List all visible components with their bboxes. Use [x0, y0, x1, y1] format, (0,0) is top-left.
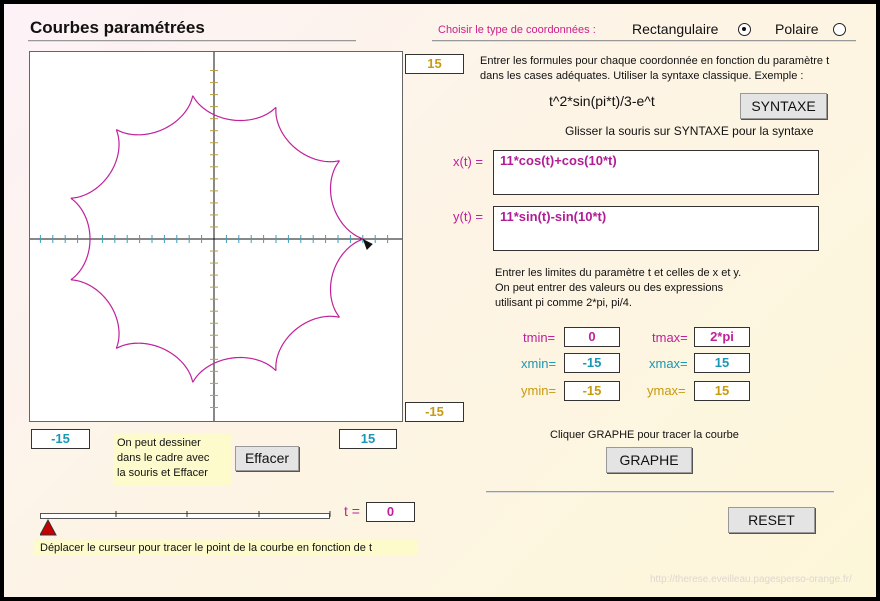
- y-formula-label: y(t) =: [453, 209, 483, 224]
- reset-button[interactable]: RESET: [728, 507, 815, 533]
- ymin-label: ymin=: [521, 383, 557, 398]
- coord-underline: [432, 40, 856, 42]
- limits-info-line1: Entrer les limites du paramètre t et cel…: [495, 267, 742, 279]
- x-formula-input[interactable]: 11*cos(t)+cos(10*t): [493, 150, 819, 195]
- curve-point-marker: [362, 239, 373, 250]
- slider-hint: Déplacer le curseur pour tracer le point…: [34, 540, 418, 556]
- curve-plot[interactable]: [30, 52, 402, 421]
- graph-canvas[interactable]: [29, 51, 403, 422]
- x-formula-label: x(t) =: [453, 154, 483, 169]
- instructions-line1: Entrer les formules pour chaque coordonn…: [480, 55, 830, 67]
- title-underline: [28, 40, 356, 42]
- syntax-hint: Glisser la souris sur SYNTAXE pour la sy…: [565, 124, 814, 138]
- syntax-example: t^2*sin(pi*t)/3-e^t: [549, 93, 655, 109]
- draw-note: On peut dessiner dans le cadre avec la s…: [113, 434, 231, 486]
- graphe-hint: Cliquer GRAPHE pour tracer la courbe: [550, 429, 739, 441]
- xmax-label: xmax=: [649, 356, 688, 371]
- x-max-display: 15: [339, 429, 397, 449]
- y-formula-input[interactable]: 11*sin(t)-sin(10*t): [493, 206, 819, 251]
- y-min-display: -15: [405, 402, 464, 422]
- app-window: Courbes paramétrées Choisir le type de c…: [4, 4, 876, 597]
- coord-type-label: Choisir le type de coordonnées :: [438, 24, 596, 36]
- instructions-line2: dans les cases adéquates. Utiliser la sy…: [480, 70, 804, 82]
- x-min-display: -15: [31, 429, 90, 449]
- t-value-display: 0: [366, 502, 415, 522]
- y-max-display: 15: [405, 54, 464, 74]
- credit-url: http://therese.eveilleau.pagesperso-oran…: [650, 574, 852, 585]
- xmin-input[interactable]: -15: [564, 353, 620, 373]
- tmin-input[interactable]: 0: [564, 327, 620, 347]
- clear-button[interactable]: Effacer: [235, 446, 299, 471]
- option-rectangulaire-label: Rectangulaire: [632, 21, 719, 37]
- t-label: t =: [344, 503, 360, 519]
- draw-note-line1: On peut dessiner: [117, 437, 201, 449]
- page-title: Courbes paramétrées: [30, 18, 205, 37]
- t-slider[interactable]: [40, 500, 336, 536]
- draw-note-line2: dans le cadre avec: [117, 452, 210, 464]
- t-slider-ticks: [115, 511, 331, 517]
- limits-info-line3: utilisant pi comme 2*pi, pi/4.: [495, 297, 632, 309]
- limits-info-line2: On peut entrer des valeurs ou des expres…: [495, 282, 724, 294]
- graphe-button[interactable]: GRAPHE: [606, 447, 692, 473]
- tmax-input[interactable]: 2*pi: [694, 327, 750, 347]
- syntax-button[interactable]: SYNTAXE: [740, 93, 827, 119]
- xmin-label: xmin=: [521, 356, 557, 371]
- xmax-input[interactable]: 15: [694, 353, 750, 373]
- ymin-input[interactable]: -15: [564, 381, 620, 401]
- tmax-label: tmax=: [652, 330, 688, 345]
- option-polaire-label: Polaire: [775, 21, 819, 37]
- radio-polaire[interactable]: [833, 23, 846, 36]
- ymax-input[interactable]: 15: [694, 381, 750, 401]
- tmin-label: tmin=: [523, 330, 556, 345]
- radio-rectangulaire[interactable]: [738, 23, 751, 36]
- ymax-label: ymax=: [647, 383, 686, 398]
- draw-note-line3: la souris et Effacer: [117, 467, 208, 479]
- t-slider-thumb[interactable]: [40, 518, 57, 536]
- separator-line: [486, 491, 834, 493]
